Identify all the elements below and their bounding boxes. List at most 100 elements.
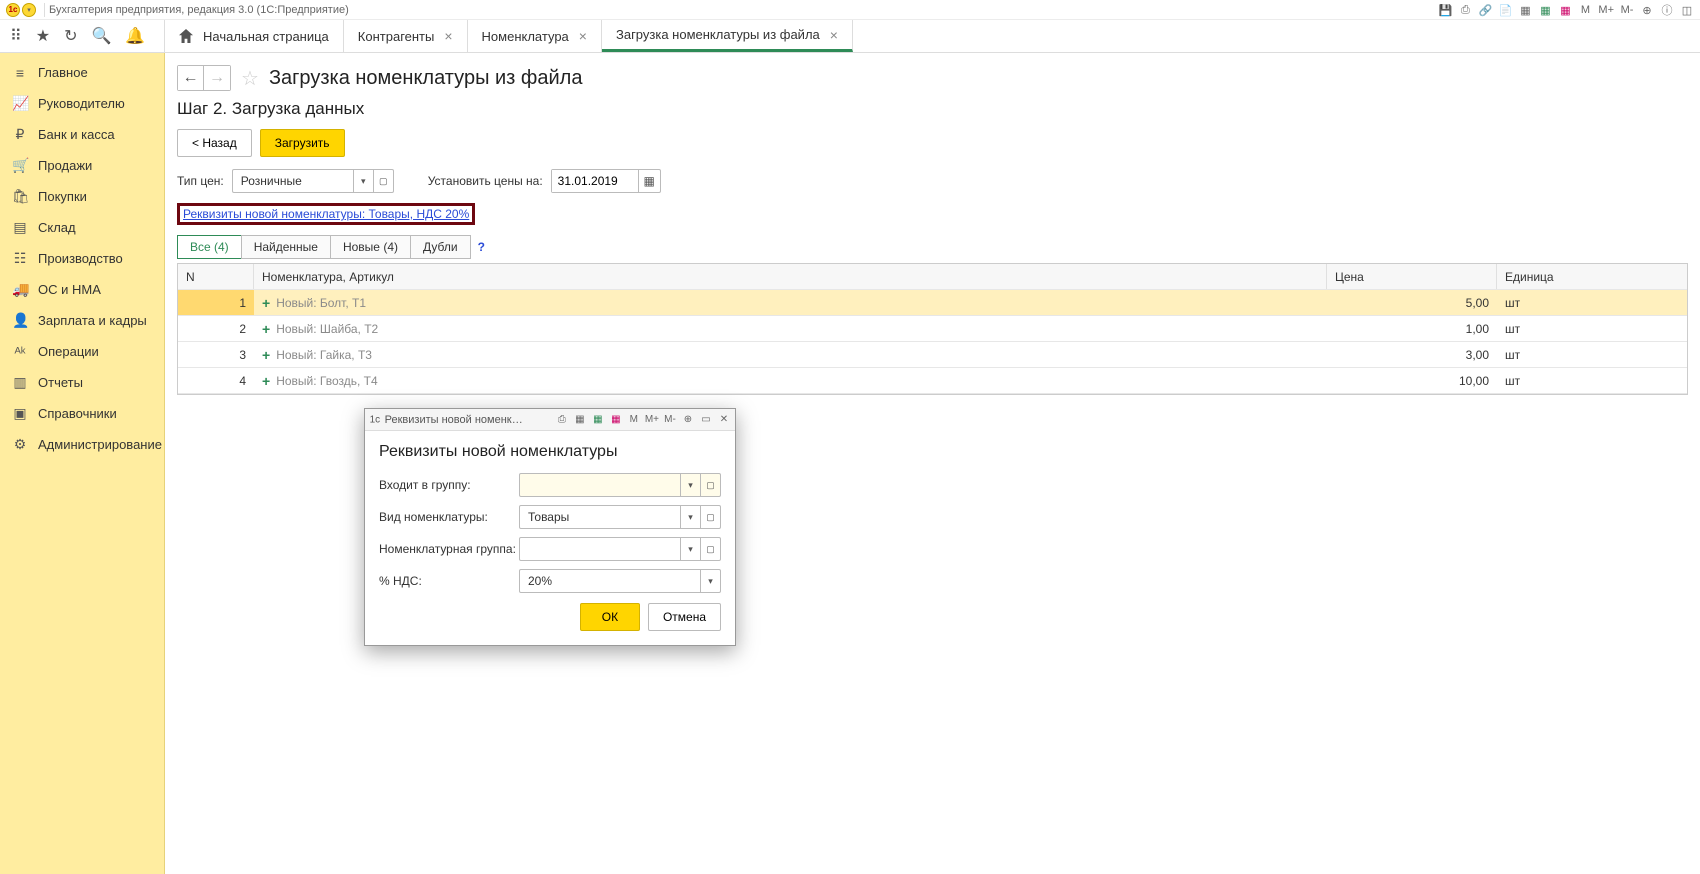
app-body: ≡Главное 📈Руководителю ₽Банк и касса 🛒Пр… [0, 53, 1700, 874]
open-icon[interactable]: ▢ [700, 474, 720, 496]
star-icon[interactable]: ☆ [241, 66, 259, 91]
mminus-button[interactable]: M- [1620, 4, 1634, 16]
sidebar-item-label: Покупки [38, 189, 87, 204]
save-icon[interactable]: 💾 [1438, 4, 1452, 17]
calendar-icon[interactable]: ▦ [638, 170, 660, 192]
calendar2-icon[interactable]: ▦ [591, 414, 605, 425]
notifications-icon[interactable]: 🔔 [125, 26, 145, 46]
filter-tab-found[interactable]: Найденные [241, 235, 331, 259]
zoom-icon[interactable]: ⊕ [681, 414, 695, 425]
link-icon[interactable]: 🔗 [1478, 4, 1492, 17]
mplus-button[interactable]: M+ [645, 414, 659, 425]
table-row[interactable]: 3 +Новый: Гайка, Т3 3,00 шт [178, 342, 1687, 368]
tab-contragents[interactable]: Контрагенты × [344, 20, 468, 52]
close-icon[interactable]: × [444, 28, 452, 44]
copy-icon[interactable]: 📄 [1498, 4, 1512, 17]
zoom-icon[interactable]: ⊕ [1640, 4, 1654, 17]
mplus-button[interactable]: M+ [1598, 4, 1614, 16]
sidebar-item-reports[interactable]: ▥Отчеты [0, 367, 164, 398]
sidebar-item-salary[interactable]: 👤Зарплата и кадры [0, 305, 164, 336]
table-row[interactable]: 1 +Новый: Болт, Т1 5,00 шт [178, 290, 1687, 316]
calc-icon[interactable]: ▦ [1518, 4, 1532, 17]
app-dropdown-icon[interactable]: ▾ [22, 3, 36, 17]
m-button[interactable]: M [1578, 4, 1592, 16]
sidebar-item-stock[interactable]: ▤Склад [0, 212, 164, 243]
row-name-text: Новый: Гайка, Т3 [276, 348, 372, 362]
print-icon[interactable]: ⎙ [1458, 4, 1472, 17]
sidebar-item-prod[interactable]: ☷Производство [0, 243, 164, 274]
close-icon[interactable]: × [830, 27, 838, 43]
type-dropdown[interactable]: Товары ▾ ▢ [519, 505, 721, 529]
tab-nomenclature[interactable]: Номенклатура × [468, 20, 602, 52]
m-button[interactable]: M [627, 414, 641, 425]
dialog-body: Реквизиты новой номенклатуры Входит в гр… [365, 431, 735, 645]
chevron-down-icon[interactable]: ▾ [680, 538, 700, 560]
help-icon[interactable]: ⓘ [1660, 2, 1674, 18]
setprice-date-input[interactable]: ▦ [551, 169, 661, 193]
ok-button[interactable]: ОК [580, 603, 640, 631]
nav-forward-button[interactable]: → [204, 66, 230, 90]
close-icon[interactable]: × [579, 28, 587, 44]
pricetype-field: Тип цен: Розничные ▾ ▢ Установить цены н… [177, 169, 1688, 193]
dialog-titlebar[interactable]: 1c Реквизиты новой номенклат... ⎙ ▦ ▦ ▦ … [365, 409, 735, 431]
filter-tab-dups[interactable]: Дубли [410, 235, 471, 259]
sidebar-item-bank[interactable]: ₽Банк и касса [0, 119, 164, 150]
cancel-button[interactable]: Отмена [648, 603, 721, 631]
group-dropdown[interactable]: ▾ ▢ [519, 473, 721, 497]
tool-icons: ⠿ ★ ↻ 🔍 🔔 [0, 20, 165, 52]
minimize-icon[interactable]: ▭ [699, 414, 713, 425]
row-name-text: Новый: Болт, Т1 [276, 296, 366, 310]
back-button[interactable]: < Назад [177, 129, 252, 157]
date2-icon[interactable]: ▦ [609, 414, 623, 425]
sidebar-item-main[interactable]: ≡Главное [0, 57, 164, 88]
favorites-icon[interactable]: ★ [36, 26, 50, 46]
sidebar-item-admin[interactable]: ⚙Администрирование [0, 429, 164, 460]
load-button[interactable]: Загрузить [260, 129, 345, 157]
filter-tab-new[interactable]: Новые (4) [330, 235, 411, 259]
sidebar-item-sales[interactable]: 🛒Продажи [0, 150, 164, 181]
open-icon[interactable]: ▢ [700, 538, 720, 560]
search-icon[interactable]: 🔍 [91, 26, 111, 46]
table-row[interactable]: 2 +Новый: Шайба, Т2 1,00 шт [178, 316, 1687, 342]
setprice-label: Установить цены на: [428, 174, 543, 188]
filter-tab-all[interactable]: Все (4) [177, 235, 242, 259]
chevron-down-icon[interactable]: ▾ [680, 506, 700, 528]
vat-dropdown[interactable]: 20% ▾ [519, 569, 721, 593]
plus-icon: + [262, 347, 270, 363]
chevron-down-icon[interactable]: ▾ [353, 170, 373, 192]
date-field[interactable] [552, 170, 638, 192]
chevron-down-icon[interactable]: ▾ [700, 570, 720, 592]
nav-back-button[interactable]: ← [178, 66, 204, 90]
type-value: Товары [520, 506, 680, 528]
sidebar-item-ops[interactable]: ᴬᵏОперации [0, 336, 164, 367]
panel-icon[interactable]: ◫ [1680, 4, 1694, 17]
tab-home[interactable]: Начальная страница [165, 20, 344, 52]
th-n: N [178, 264, 254, 289]
ngroup-dropdown[interactable]: ▾ ▢ [519, 537, 721, 561]
calendar-icon[interactable]: ▦ [1538, 4, 1552, 17]
apps-icon[interactable]: ⠿ [10, 26, 22, 46]
sidebar-item-manager[interactable]: 📈Руководителю [0, 88, 164, 119]
calc2-icon[interactable]: ▦ [573, 414, 587, 425]
dialog-title: Реквизиты новой номенклат... [385, 414, 525, 426]
titlebar-divider [44, 3, 45, 17]
person-icon: 👤 [12, 312, 28, 329]
date-icon[interactable]: ▦ [1558, 4, 1572, 17]
requisites-link[interactable]: Реквизиты новой номенклатуры: Товары, НД… [180, 206, 472, 222]
mminus-button[interactable]: M- [663, 414, 677, 425]
sidebar-item-dir[interactable]: ▣Справочники [0, 398, 164, 429]
pricetype-dropdown[interactable]: Розничные ▾ ▢ [232, 169, 394, 193]
help-icon[interactable]: ? [478, 240, 485, 254]
sidebar-item-label: Продажи [38, 158, 92, 173]
print-icon[interactable]: ⎙ [555, 414, 569, 425]
table-row[interactable]: 4 +Новый: Гвоздь, Т4 10,00 шт [178, 368, 1687, 394]
chevron-down-icon[interactable]: ▾ [680, 474, 700, 496]
tab-load-from-file[interactable]: Загрузка номенклатуры из файла × [602, 20, 853, 52]
sidebar-item-purch[interactable]: 🛍Покупки [0, 181, 164, 212]
history-icon[interactable]: ↻ [64, 26, 77, 46]
close-icon[interactable]: ✕ [717, 414, 731, 425]
open-icon[interactable]: ▢ [373, 170, 393, 192]
sidebar-item-os[interactable]: 🚚ОС и НМА [0, 274, 164, 305]
open-icon[interactable]: ▢ [700, 506, 720, 528]
th-nomen: Номенклатура, Артикул [254, 264, 1327, 289]
